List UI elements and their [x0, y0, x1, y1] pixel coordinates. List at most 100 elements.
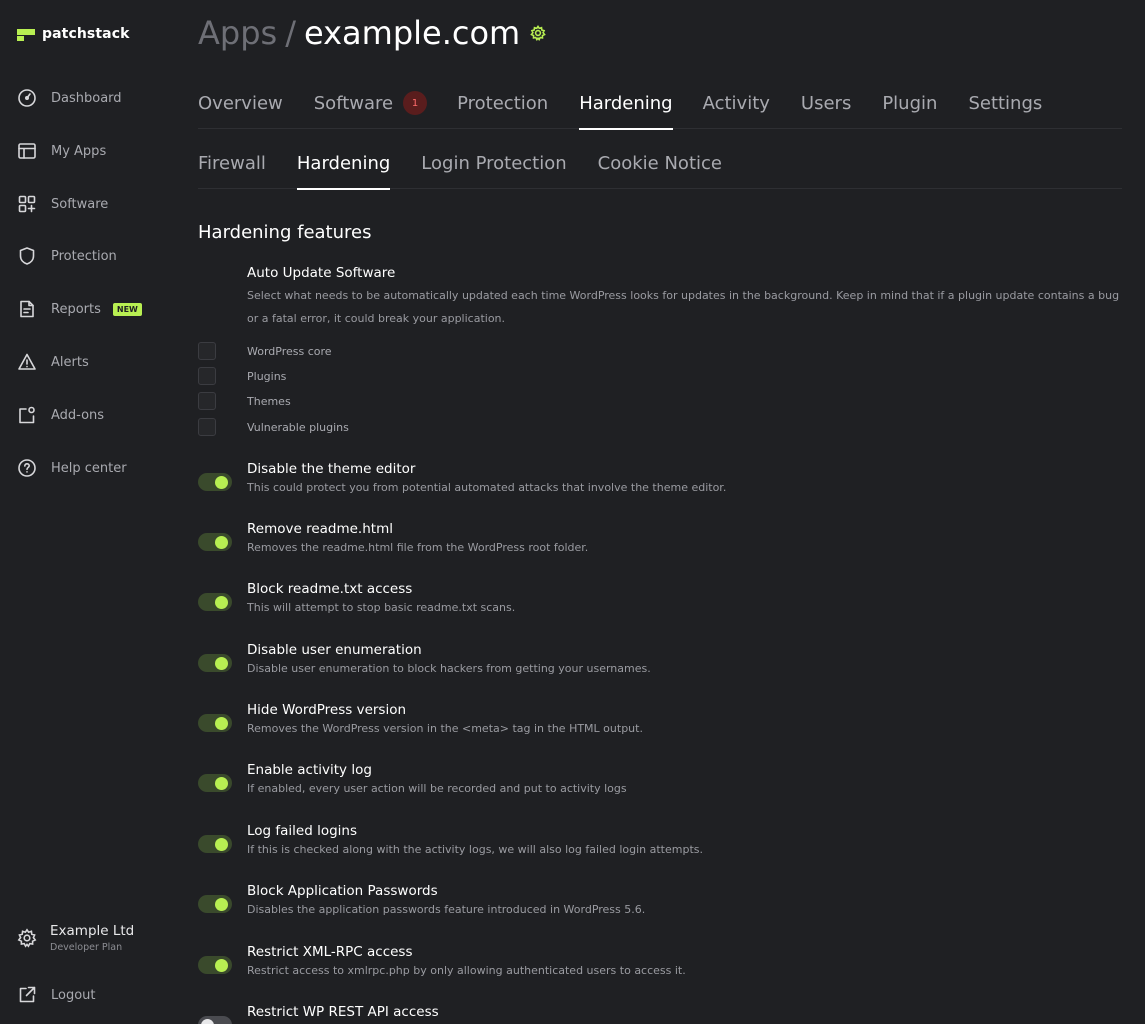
- checkbox[interactable]: [198, 367, 216, 385]
- checkbox[interactable]: [198, 342, 216, 360]
- sidebar-item-label: Alerts: [51, 354, 89, 370]
- feature-log-failed-logins: Log failed logins If this is checked alon…: [198, 823, 1122, 883]
- feature-restrict-wp-rest-api: Restrict WP REST API access: [198, 1004, 1122, 1024]
- feature-enable-activity-log: Enable activity log If enabled, every use…: [198, 762, 1122, 822]
- feature-restrict-xml-rpc: Restrict XML-RPC access Restrict access t…: [198, 944, 1122, 1004]
- auto-update-title: Auto Update Software: [247, 265, 396, 281]
- tab-activity[interactable]: Activity: [703, 93, 770, 129]
- sidebar-item-add-ons[interactable]: Add-ons: [17, 403, 104, 427]
- feature-block-application-passwords: Block Application Passwords Disables the …: [198, 883, 1122, 943]
- sidebar-item-help-center[interactable]: Help center: [17, 456, 127, 480]
- feature-title: Restrict XML-RPC access: [247, 944, 413, 960]
- breadcrumb-separator: /: [285, 14, 296, 52]
- tab-hardening[interactable]: Hardening: [579, 93, 674, 130]
- toggle-switch[interactable]: [198, 895, 232, 913]
- toggle-switch[interactable]: [198, 473, 232, 491]
- account-menu[interactable]: Example Ltd Developer Plan: [17, 923, 134, 953]
- sidebar-item-label: Protection: [51, 248, 117, 264]
- sidebar: patchstack Dashboard My Apps Software Pr…: [0, 0, 172, 1024]
- subtab-login-protection[interactable]: Login Protection: [421, 153, 566, 189]
- tab-label: Software: [313, 93, 394, 114]
- sidebar-item-alerts[interactable]: Alerts: [17, 350, 89, 374]
- apps-icon: [18, 143, 36, 159]
- breadcrumb-current: example.com: [303, 14, 521, 52]
- auto-update-desc: Select what needs to be automatically up…: [247, 289, 1120, 325]
- toggle-switch[interactable]: [198, 654, 232, 672]
- feature-desc: Disable user enumeration to block hacker…: [247, 662, 651, 675]
- tab-plugin[interactable]: Plugin: [882, 93, 937, 129]
- software-icon: [18, 195, 36, 213]
- subtab-cookie-notice[interactable]: Cookie Notice: [598, 153, 722, 189]
- tab-settings[interactable]: Settings: [968, 93, 1042, 129]
- auto-update-block: Auto Update Software Select what needs t…: [247, 265, 1123, 330]
- tab-label: Hardening: [579, 93, 673, 114]
- subtab-firewall[interactable]: Firewall: [198, 153, 266, 189]
- logout-label: Logout: [51, 987, 96, 1003]
- checkbox-themes[interactable]: Themes: [198, 392, 291, 410]
- feature-desc: Removes the readme.html file from the Wo…: [247, 541, 589, 554]
- checkbox-label: Plugins: [247, 369, 287, 383]
- help-icon: [18, 459, 36, 477]
- app-tabs: Overview Software 1 Protection Hardening …: [198, 91, 1122, 130]
- toggle-switch[interactable]: [198, 956, 232, 974]
- feature-desc: If enabled, every user action will be re…: [247, 782, 627, 795]
- page-title: Apps / example.com: [198, 14, 547, 52]
- checkbox[interactable]: [198, 392, 216, 410]
- sidebar-item-software[interactable]: Software: [17, 192, 108, 216]
- patchstack-logo-icon: [17, 27, 35, 41]
- section-title: Hardening features: [198, 222, 372, 243]
- tab-label: Plugin: [882, 93, 938, 114]
- tab-users[interactable]: Users: [801, 93, 851, 129]
- brand-logo[interactable]: patchstack: [17, 26, 130, 42]
- toggle-switch[interactable]: [198, 533, 232, 551]
- feature-disable-user-enumeration: Disable user enumeration Disable user enu…: [198, 642, 1122, 702]
- sidebar-item-label: Reports: [51, 301, 101, 317]
- feature-title: Block readme.txt access: [247, 581, 413, 597]
- toggle-switch[interactable]: [198, 1016, 232, 1024]
- account-name: Example Ltd: [50, 923, 135, 939]
- tab-label: Activity: [702, 93, 770, 114]
- subtab-hardening[interactable]: Hardening: [296, 153, 391, 190]
- addons-icon: [19, 406, 35, 424]
- sidebar-item-label: Help center: [51, 460, 127, 476]
- sidebar-item-label: Add-ons: [51, 407, 105, 423]
- sidebar-item-label: Dashboard: [51, 90, 122, 106]
- logout-button[interactable]: Logout: [17, 983, 96, 1007]
- settings-gear-icon[interactable]: [530, 25, 547, 41]
- sidebar-item-reports[interactable]: Reports NEW: [17, 297, 142, 321]
- hardening-subtabs: Firewall Hardening Login Protection Cook…: [198, 153, 1122, 190]
- dashboard-icon: [18, 89, 36, 107]
- report-icon: [20, 300, 34, 318]
- sidebar-item-my-apps[interactable]: My Apps: [17, 139, 106, 163]
- gear-icon: [17, 928, 37, 948]
- feature-disable-theme-editor: Disable the theme editor This could prote…: [198, 461, 1122, 521]
- feature-title: Remove readme.html: [247, 521, 393, 537]
- feature-title: Disable the theme editor: [247, 461, 416, 477]
- checkbox-plugins[interactable]: Plugins: [198, 367, 286, 385]
- feature-title: Log failed logins: [247, 823, 358, 839]
- tab-label: Users: [800, 93, 852, 114]
- feature-desc: Restrict access to xmlrpc.php by only al…: [247, 964, 686, 977]
- sidebar-item-protection[interactable]: Protection: [17, 244, 117, 268]
- feature-hide-wordpress-version: Hide WordPress version Removes the WordPr…: [198, 702, 1122, 762]
- checkbox[interactable]: [198, 418, 216, 436]
- tab-overview[interactable]: Overview: [198, 93, 283, 129]
- feature-desc: If this is checked along with the activi…: [247, 843, 704, 856]
- feature-desc: Disables the application passwords featu…: [247, 903, 646, 916]
- breadcrumb-apps[interactable]: Apps: [198, 14, 277, 52]
- toggle-switch[interactable]: [198, 714, 232, 732]
- toggle-switch[interactable]: [198, 835, 232, 853]
- tab-software[interactable]: Software 1: [313, 91, 428, 129]
- tab-label: Settings: [968, 93, 1043, 114]
- toggle-switch[interactable]: [198, 774, 232, 792]
- checkbox-wordpress-core[interactable]: WordPress core: [198, 342, 332, 360]
- sidebar-item-label: My Apps: [51, 143, 107, 159]
- checkbox-vulnerable-plugins[interactable]: Vulnerable plugins: [198, 418, 349, 436]
- feature-title: Block Application Passwords: [247, 883, 438, 899]
- sidebar-item-dashboard[interactable]: Dashboard: [17, 86, 122, 110]
- external-link-icon: [19, 986, 36, 1003]
- shield-icon: [19, 247, 35, 265]
- toggle-switch[interactable]: [198, 593, 232, 611]
- feature-desc: Removes the WordPress version in the <me…: [247, 722, 643, 735]
- tab-protection[interactable]: Protection: [457, 93, 548, 129]
